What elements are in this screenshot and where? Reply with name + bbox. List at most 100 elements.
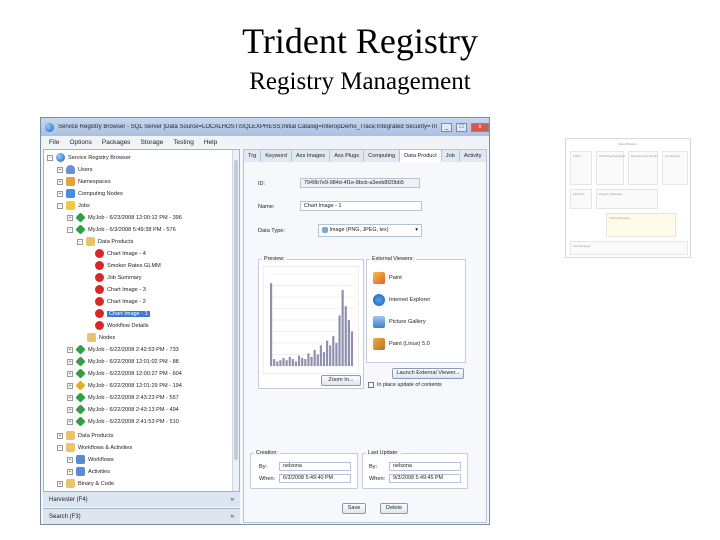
tab-ass-images[interactable]: Ass Images — [292, 150, 331, 162]
tree-scrollbar[interactable] — [232, 150, 239, 496]
registry-tree[interactable]: - Service Registry Browser + Users + Namesp… — [43, 149, 240, 497]
expand-icon[interactable]: + — [67, 382, 73, 389]
viewer-paint-linux[interactable]: Paint (Linux) 5.0 — [373, 334, 430, 354]
tree-item-job[interactable]: - MyJob - 6/3/2008 5:49:38 PM - 576 — [67, 224, 176, 235]
launch-external-viewer-button[interactable]: Launch External Viewer... — [392, 368, 464, 379]
chevron-down-icon[interactable]: ▾ — [415, 225, 418, 236]
tree-item-workflows-child[interactable]: + Workflows — [67, 454, 114, 465]
menu-options[interactable]: Options — [69, 139, 91, 146]
tree-item-computing-nodes[interactable]: + Computing Nodes — [57, 188, 123, 199]
collapse-icon[interactable]: - — [47, 154, 53, 161]
collapse-icon[interactable]: - — [57, 444, 63, 451]
tab-job[interactable]: Job — [442, 150, 460, 162]
collapse-icon[interactable]: - — [57, 202, 63, 209]
chevron-icon[interactable]: » — [231, 497, 234, 503]
inplace-update-checkbox[interactable]: In place update of contents — [368, 382, 442, 388]
delete-button[interactable]: Delete — [380, 503, 408, 514]
tab-trg[interactable]: Trg — [244, 150, 262, 162]
search-panel[interactable]: Search (F3) » — [43, 508, 240, 524]
tab-ass-plugs[interactable]: Ass Plugs — [330, 150, 365, 162]
tree-item-nodes[interactable]: Nodes — [87, 332, 115, 343]
tree-item-job[interactable]: + MyJob - 6/23/2008 12:00:12 PM - 396 — [67, 212, 182, 223]
tab-activity[interactable]: Activity — [460, 150, 487, 162]
viewer-internet-explorer[interactable]: Internet Explorer — [373, 290, 430, 310]
tree-item-data-product[interactable]: Job Summary — [95, 272, 142, 283]
tree-item-data-product[interactable]: Smoker Rates GLMM — [95, 260, 161, 271]
external-viewers-label: External Viewers: — [370, 256, 416, 262]
tree-item-job[interactable]: + MyJob - 6/22/2008 12:01:29 PM - 194 — [67, 380, 182, 391]
app-icon — [45, 122, 54, 132]
menu-packages[interactable]: Packages — [102, 139, 131, 146]
tree-item-binary[interactable]: + Binary & Code — [57, 478, 114, 489]
tree-item-job[interactable]: + MyJob - 6/22/2008 2:43:23 PM - 557 — [67, 392, 179, 403]
chart-bar — [304, 359, 307, 366]
save-button[interactable]: Save — [342, 503, 366, 514]
expand-icon[interactable]: + — [57, 178, 63, 185]
updated-by-field: nelsona — [389, 462, 461, 471]
tree-item-data-product-selected[interactable]: Chart Image - 1 — [95, 308, 150, 319]
expand-icon[interactable]: + — [67, 214, 73, 221]
id-field: 7949b7e9-984d-4f1e-8bcb-a3eeb8f20bb5 — [300, 178, 420, 188]
tree-item-users[interactable]: + Users — [57, 164, 93, 175]
tree-item-job[interactable]: + MyJob - 6/22/2008 2:42:53 PM - 733 — [67, 344, 179, 355]
expand-icon[interactable]: + — [57, 190, 63, 197]
expand-icon[interactable]: + — [67, 418, 73, 425]
expand-icon[interactable]: + — [57, 432, 63, 439]
zoom-in-button[interactable]: Zoom In... — [321, 375, 361, 386]
chart-bar — [310, 356, 313, 366]
menu-storage[interactable]: Storage — [140, 139, 163, 146]
expand-icon[interactable]: + — [57, 166, 63, 173]
tree-item-data-product[interactable]: Workflow Details — [95, 320, 149, 331]
tree-item-namespaces[interactable]: + Namespaces — [57, 176, 111, 187]
expand-icon[interactable]: + — [57, 480, 63, 487]
name-field[interactable]: Chart Image - 1 — [300, 201, 422, 211]
tree-item-workflows[interactable]: - Workflows & Activities — [57, 442, 132, 453]
expand-icon[interactable]: + — [67, 394, 73, 401]
tree-item-data-product[interactable]: Chart Image - 2 — [95, 296, 146, 307]
menu-bar: File Options Packages Storage Testing He… — [41, 136, 489, 148]
tree-item-data-product[interactable]: Chart Image - 4 — [95, 248, 146, 259]
tree-item-job[interactable]: + MyJob - 6/22/2008 12:00:27 PM - 604 — [67, 368, 182, 379]
close-button[interactable]: x — [471, 122, 489, 132]
tree-item-data-products-root[interactable]: + Data Products — [57, 430, 113, 441]
menu-file[interactable]: File — [49, 139, 59, 146]
tab-keyword[interactable]: Keyword — [261, 150, 292, 162]
tree-item-activities[interactable]: + Activities — [67, 466, 110, 477]
collapse-icon[interactable]: - — [67, 226, 73, 233]
tree-item-data-products[interactable]: - Data Products — [77, 236, 133, 247]
tree-item-jobs[interactable]: - Jobs — [57, 200, 90, 211]
maximize-button[interactable]: □ — [456, 122, 467, 132]
expand-icon[interactable]: + — [67, 358, 73, 365]
data-type-select[interactable]: Image (PNG, JPEG, tex) ▾ — [318, 224, 422, 237]
viewer-label: Paint — [389, 275, 402, 281]
harvester-panel[interactable]: Harvester (F4) » — [43, 491, 240, 507]
chart-bar — [313, 349, 316, 366]
viewer-paint[interactable]: Paint — [373, 268, 402, 288]
tab-computing[interactable]: Computing — [364, 150, 401, 162]
expand-icon[interactable]: + — [67, 346, 73, 353]
thumb-box-label: Client — [573, 154, 581, 158]
viewer-label: Paint (Linux) 5.0 — [389, 341, 430, 347]
window-titlebar[interactable]: Service Registry Browser - SQL Server [D… — [41, 118, 489, 136]
tree-item-data-product[interactable]: Chart Image - 3 — [95, 284, 146, 295]
viewer-picture-gallery[interactable]: Picture Gallery — [373, 312, 426, 332]
tree-label: Chart Image - 3 — [107, 286, 146, 293]
checkbox-box[interactable] — [368, 382, 374, 388]
expand-icon[interactable]: + — [67, 406, 73, 413]
tree-item-job[interactable]: + MyJob - 6/22/2008 12:01:02 PM - 88 — [67, 356, 179, 367]
minimize-button[interactable]: _ — [441, 122, 452, 132]
tab-data-product[interactable]: Data Product — [400, 150, 442, 162]
computer-icon — [66, 189, 75, 198]
expand-icon[interactable]: + — [67, 468, 73, 475]
scrollbar-thumb[interactable] — [234, 160, 238, 460]
tree-root[interactable]: - Service Registry Browser — [47, 152, 131, 163]
chevron-icon[interactable]: » — [231, 514, 234, 520]
tree-item-job[interactable]: + MyJob - 6/22/2008 2:43:13 PM - 494 — [67, 404, 179, 415]
menu-testing[interactable]: Testing — [173, 139, 194, 146]
expand-icon[interactable]: + — [67, 370, 73, 377]
collapse-icon[interactable]: - — [77, 238, 83, 245]
expand-icon[interactable]: + — [67, 456, 73, 463]
job-status-icon — [75, 224, 86, 235]
menu-help[interactable]: Help — [204, 139, 217, 146]
tree-item-job[interactable]: + MyJob - 6/22/2008 2:41:53 PM - 510 — [67, 416, 179, 427]
